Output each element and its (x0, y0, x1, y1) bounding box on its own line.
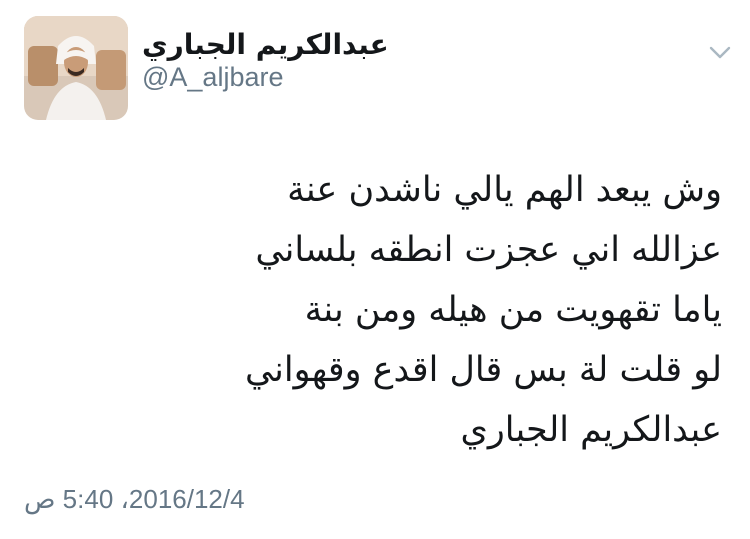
tweet-text: وش يبعد الهم يالي ناشدن عنة عزالله اني ع… (62, 160, 722, 460)
tweet-line-3: ياما تقهويت من هيله ومن بنة (304, 290, 722, 330)
tweet-card: عبدالكريم الجباري @A_aljbare وش يبعد اله… (0, 0, 750, 539)
avatar[interactable] (24, 16, 128, 120)
author-info: عبدالكريم الجباري @A_aljbare (142, 28, 389, 92)
tweet-line-4: لو قلت لة بس قال اقدع وقهواني (245, 350, 722, 390)
tweet-timestamp[interactable]: 2016/12/4، 5:40 ص (24, 484, 245, 515)
chevron-down-icon[interactable] (708, 40, 732, 64)
tweet-line-5: عبدالكريم الجباري (460, 410, 722, 450)
tweet-line-1: وش يبعد الهم يالي ناشدن عنة (287, 170, 722, 210)
tweet-line-2: عزالله اني عجزت انطقه بلساني (255, 230, 722, 270)
avatar-image (24, 16, 128, 120)
display-name[interactable]: عبدالكريم الجباري (142, 28, 389, 62)
user-handle[interactable]: @A_aljbare (142, 62, 389, 92)
